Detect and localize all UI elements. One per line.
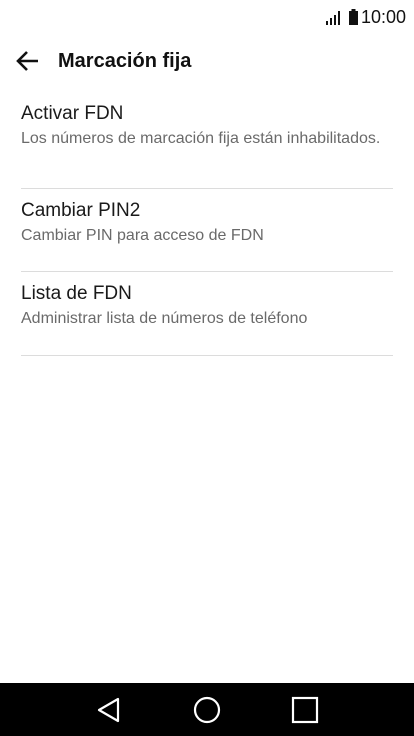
screen: 10:00 Marcación fija Activar FDN Los núm… <box>0 0 414 736</box>
setting-lista-fdn[interactable]: Lista de FDN Administrar lista de número… <box>21 272 393 356</box>
navigation-bar <box>0 683 414 736</box>
nav-recents-button[interactable] <box>280 688 330 732</box>
setting-summary: Los números de marcación fija están inha… <box>21 130 381 147</box>
nav-back-button[interactable] <box>84 688 134 732</box>
setting-title: Lista de FDN <box>21 283 132 304</box>
setting-title: Cambiar PIN2 <box>21 200 141 221</box>
nav-home-icon <box>193 696 221 723</box>
setting-title: Activar FDN <box>21 103 124 124</box>
setting-cambiar-pin2[interactable]: Cambiar PIN2 Cambiar PIN para acceso de … <box>21 189 393 272</box>
nav-home-button[interactable] <box>182 688 232 732</box>
nav-recents-icon <box>291 696 319 723</box>
setting-activar-fdn[interactable]: Activar FDN Los números de marcación fij… <box>21 96 393 189</box>
signal-icon <box>325 11 340 25</box>
back-arrow-icon <box>16 51 38 71</box>
settings-list: Activar FDN Los números de marcación fij… <box>21 96 393 356</box>
setting-summary: Administrar lista de números de teléfono <box>21 310 308 327</box>
status-bar: 10:00 <box>0 0 414 34</box>
page-title: Marcación fija <box>58 49 192 72</box>
status-time: 10:00 <box>360 6 406 27</box>
battery-icon <box>348 9 358 25</box>
setting-summary: Cambiar PIN para acceso de FDN <box>21 227 264 244</box>
back-button[interactable] <box>0 38 56 84</box>
app-bar: Marcación fija <box>0 38 414 84</box>
nav-back-icon <box>97 697 120 722</box>
